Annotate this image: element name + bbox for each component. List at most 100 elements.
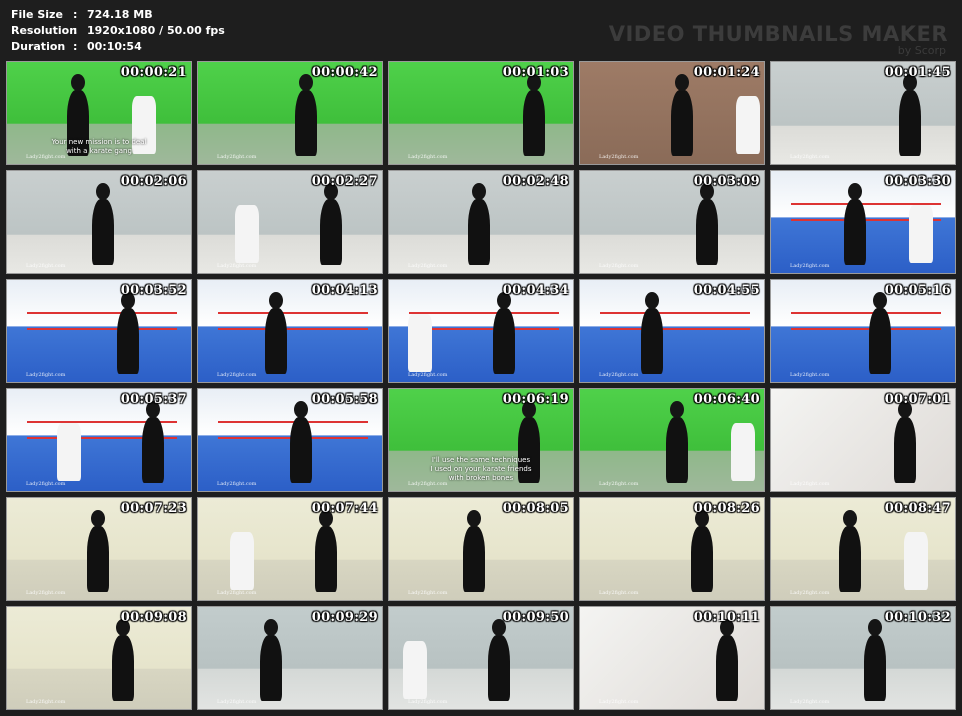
thumbnail[interactable]: 00:00:42 Lady2fight.com bbox=[197, 61, 383, 165]
timestamp: 00:06:40 bbox=[693, 392, 760, 407]
file-info: File Size:724.18 MB Resolution: 1920x1080… bbox=[11, 7, 225, 55]
person-head bbox=[868, 619, 882, 636]
file-size-label: File Size bbox=[11, 8, 63, 21]
karate-opponent bbox=[731, 423, 755, 481]
thumbnail[interactable]: 00:08:47 Lady2fight.com bbox=[770, 497, 956, 601]
person-figure bbox=[691, 526, 713, 592]
karate-opponent bbox=[736, 96, 760, 154]
person-head bbox=[670, 401, 684, 418]
timestamp: 00:01:24 bbox=[693, 65, 760, 80]
thumbnail[interactable]: 00:01:45 Lady2fight.com bbox=[770, 61, 956, 165]
person-figure bbox=[523, 90, 545, 156]
person-figure bbox=[493, 308, 515, 374]
watermark: Lady2fight.com bbox=[217, 263, 257, 269]
thumbnail[interactable]: 00:01:03 Lady2fight.com bbox=[388, 61, 574, 165]
thumbnail[interactable]: 00:07:01 Lady2fight.com bbox=[770, 388, 956, 492]
thumbnail[interactable]: 00:08:26 Lady2fight.com bbox=[579, 497, 765, 601]
thumbnail[interactable]: 00:09:50 Lady2fight.com bbox=[388, 606, 574, 710]
timestamp: 00:01:03 bbox=[502, 65, 569, 80]
resolution-label: Resolution bbox=[11, 24, 78, 37]
thumbnail[interactable]: 00:02:48 Lady2fight.com bbox=[388, 170, 574, 274]
thumbnail[interactable]: 00:03:30 Lady2fight.com bbox=[770, 170, 956, 274]
person-figure bbox=[899, 90, 921, 156]
timestamp: 00:07:44 bbox=[311, 501, 378, 516]
person-figure bbox=[315, 526, 337, 592]
karate-opponent bbox=[230, 532, 254, 590]
file-size-value: 724.18 MB bbox=[87, 8, 153, 21]
person-head bbox=[269, 292, 283, 309]
file-size-row: File Size:724.18 MB bbox=[11, 7, 225, 23]
thumbnail[interactable]: 00:09:08 Lady2fight.com bbox=[6, 606, 192, 710]
thumbnail[interactable]: 00:02:27 Lady2fight.com bbox=[197, 170, 383, 274]
person-figure bbox=[671, 90, 693, 156]
timestamp: 00:04:13 bbox=[311, 283, 378, 298]
timestamp: 00:04:34 bbox=[502, 283, 569, 298]
watermark: Lady2fight.com bbox=[217, 699, 257, 705]
thumbnail[interactable]: 00:03:09 Lady2fight.com bbox=[579, 170, 765, 274]
thumbnail[interactable]: 00:04:55 Lady2fight.com bbox=[579, 279, 765, 383]
person-head bbox=[91, 510, 105, 527]
person-figure bbox=[142, 417, 164, 483]
timestamp: 00:10:11 bbox=[693, 610, 760, 625]
thumbnail[interactable]: 00:05:58 Lady2fight.com bbox=[197, 388, 383, 492]
watermark: Lady2fight.com bbox=[408, 481, 448, 487]
thumbnail[interactable]: 00:07:44 Lady2fight.com bbox=[197, 497, 383, 601]
watermark: Lady2fight.com bbox=[217, 481, 257, 487]
person-figure bbox=[666, 417, 688, 483]
watermark: Lady2fight.com bbox=[408, 154, 448, 160]
person-figure bbox=[463, 526, 485, 592]
duration-value: 00:10:54 bbox=[87, 40, 142, 53]
thumbnail[interactable]: 00:04:34 Lady2fight.com bbox=[388, 279, 574, 383]
timestamp: 00:00:42 bbox=[311, 65, 378, 80]
thumbnail[interactable]: 00:02:06 Lady2fight.com bbox=[6, 170, 192, 274]
watermark: Lady2fight.com bbox=[26, 481, 66, 487]
thumbnail[interactable]: 00:05:37 Lady2fight.com bbox=[6, 388, 192, 492]
person-figure bbox=[290, 417, 312, 483]
thumbnail[interactable]: 00:10:32 Lady2fight.com bbox=[770, 606, 956, 710]
person-figure bbox=[844, 199, 866, 265]
watermark: Lady2fight.com bbox=[599, 699, 639, 705]
person-head bbox=[843, 510, 857, 527]
timestamp: 00:07:01 bbox=[884, 392, 951, 407]
karate-opponent bbox=[403, 641, 427, 699]
watermark: Lady2fight.com bbox=[790, 590, 830, 596]
boxing-ring-ropes bbox=[218, 312, 368, 330]
person-figure bbox=[260, 635, 282, 701]
separator: : bbox=[73, 8, 78, 21]
resolution-row: Resolution: 1920x1080 / 50.00 fps bbox=[11, 23, 225, 39]
timestamp: 00:03:52 bbox=[120, 283, 187, 298]
person-head bbox=[467, 510, 481, 527]
timestamp: 00:07:23 bbox=[120, 501, 187, 516]
separator: : bbox=[73, 40, 78, 53]
thumbnail[interactable]: 00:09:29 Lady2fight.com bbox=[197, 606, 383, 710]
brand-title: VIDEO THUMBNAILS MAKER bbox=[608, 22, 948, 46]
person-figure bbox=[641, 308, 663, 374]
person-figure bbox=[894, 417, 916, 483]
watermark: Lady2fight.com bbox=[26, 590, 66, 596]
timestamp: 00:03:30 bbox=[884, 174, 951, 189]
person-head bbox=[71, 74, 85, 91]
thumbnail[interactable]: 00:01:24 Lady2fight.com bbox=[579, 61, 765, 165]
thumbnail[interactable]: 00:06:40 Lady2fight.com bbox=[579, 388, 765, 492]
boxing-ring-ropes bbox=[600, 312, 750, 330]
thumbnail[interactable]: 00:06:19 I'll use the same techniques I u… bbox=[388, 388, 574, 492]
thumbnail[interactable]: 00:07:23 Lady2fight.com bbox=[6, 497, 192, 601]
thumbnail[interactable]: 00:04:13 Lady2fight.com bbox=[197, 279, 383, 383]
watermark: Lady2fight.com bbox=[26, 372, 66, 378]
thumbnail[interactable]: 00:00:21 Your new mission is to deal with… bbox=[6, 61, 192, 165]
duration-row: Duration:00:10:54 bbox=[11, 39, 225, 55]
timestamp: 00:08:05 bbox=[502, 501, 569, 516]
person-figure bbox=[468, 199, 490, 265]
karate-opponent bbox=[57, 423, 81, 481]
thumbnail[interactable]: 00:10:11 Lady2fight.com bbox=[579, 606, 765, 710]
thumbnail[interactable]: 00:08:05 Lady2fight.com bbox=[388, 497, 574, 601]
thumbnail[interactable]: 00:05:16 Lady2fight.com bbox=[770, 279, 956, 383]
person-figure bbox=[839, 526, 861, 592]
person-head bbox=[264, 619, 278, 636]
karate-opponent bbox=[909, 205, 933, 263]
person-figure bbox=[112, 635, 134, 701]
watermark: Lady2fight.com bbox=[408, 699, 448, 705]
boxing-ring-ropes bbox=[27, 312, 177, 330]
thumbnail[interactable]: 00:03:52 Lady2fight.com bbox=[6, 279, 192, 383]
brand-logo: VIDEO THUMBNAILS MAKER by Scorp bbox=[609, 22, 948, 57]
